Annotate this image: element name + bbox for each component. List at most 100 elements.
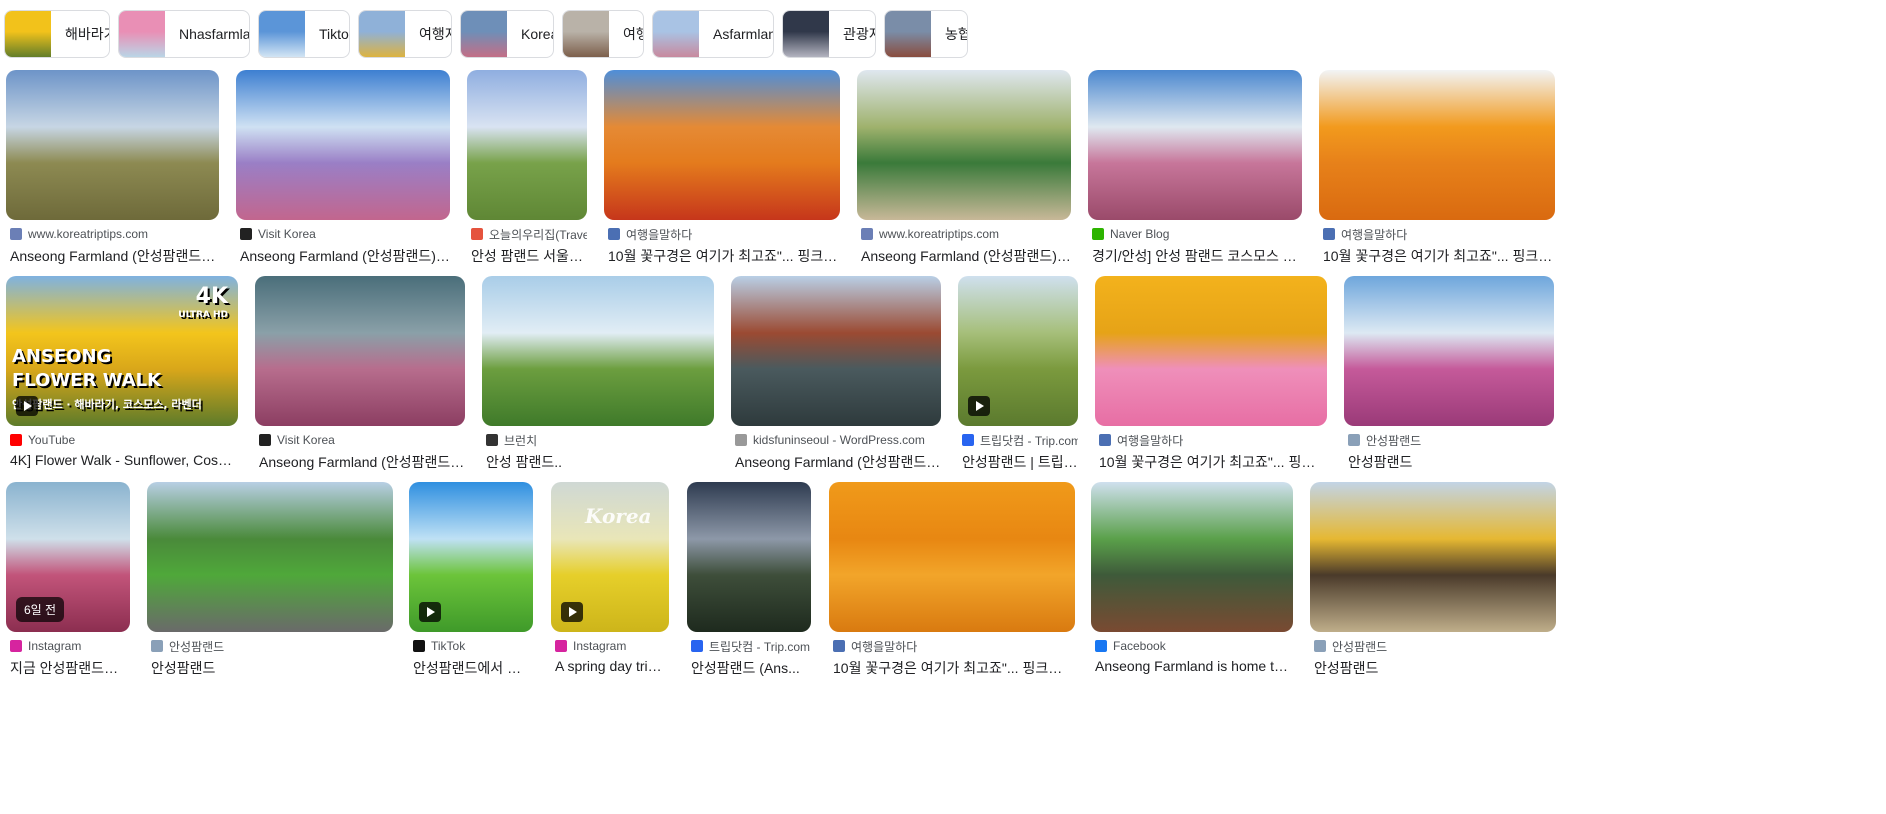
result-source[interactable]: 여행을말하다 xyxy=(608,226,840,242)
result-title[interactable]: 안성팜랜드 xyxy=(1348,452,1554,472)
image-result-card[interactable]: www.koreatriptips.com Anseong Farmland (안… xyxy=(857,70,1071,264)
chip-1[interactable]: 해바라기 xyxy=(4,10,110,58)
thumbnail-watermark: Korea xyxy=(585,504,652,528)
result-source[interactable]: Visit Korea xyxy=(240,226,450,242)
chip-9[interactable]: 농협 xyxy=(884,10,968,58)
image-result-card[interactable]: 안성팜랜드 안성팜랜드 xyxy=(1310,482,1556,676)
result-title[interactable]: 경기/안성] 안성 팜랜드 코스모스 축제 : ... xyxy=(1092,246,1302,266)
result-thumbnail[interactable] xyxy=(1344,276,1554,426)
result-title[interactable]: 지금 안성팜랜드에 핑... xyxy=(10,658,130,678)
result-thumbnail[interactable] xyxy=(6,70,219,220)
result-source[interactable]: 안성팜랜드 xyxy=(1348,432,1554,448)
image-result-card[interactable]: Naver Blog 경기/안성] 안성 팜랜드 코스모스 축제 : ... xyxy=(1088,70,1302,264)
image-result-card[interactable]: 트립닷컴 - Trip.com 안성팜랜드 (Ans... xyxy=(687,482,811,676)
result-thumbnail[interactable] xyxy=(731,276,941,426)
result-title[interactable]: A spring day trip to... xyxy=(555,658,669,674)
image-result-card[interactable]: kidsfuninseoul - WordPress.com Anseong Fa… xyxy=(731,276,941,470)
image-result-card[interactable]: 안성팜랜드 안성팜랜드 xyxy=(1344,276,1554,470)
image-result-card[interactable]: 여행을말하다 10월 꽃구경은 여기가 최고죠"... 핑크뮬리부... xyxy=(604,70,840,264)
result-source[interactable]: 여행을말하다 xyxy=(1323,226,1555,242)
result-title[interactable]: 안성 팜랜드 서울근... xyxy=(471,246,587,266)
result-title[interactable]: 10월 꽃구경은 여기가 최고죠"... 핑크뮬리... xyxy=(1099,452,1327,472)
result-title[interactable]: 10월 꽃구경은 여기가 최고죠"... 핑크뮬리부... xyxy=(833,658,1075,678)
result-title[interactable]: 안성 팜랜드.. xyxy=(486,452,714,472)
result-thumbnail[interactable] xyxy=(687,482,811,632)
result-thumbnail[interactable] xyxy=(482,276,714,426)
result-thumbnail[interactable] xyxy=(236,70,450,220)
result-source[interactable]: 여행을말하다 xyxy=(1099,432,1327,448)
image-result-card[interactable]: Visit Korea Anseong Farmland (안성팜랜드) : VI… xyxy=(236,70,450,264)
image-result-card[interactable]: 여행을말하다 10월 꽃구경은 여기가 최고죠"... 핑크뮬리부... xyxy=(829,482,1075,676)
result-thumbnail[interactable]: 6일 전 xyxy=(6,482,130,632)
image-result-card[interactable]: 여행을말하다 10월 꽃구경은 여기가 최고죠"... 핑크뮬리... xyxy=(1095,276,1327,470)
result-title[interactable]: 안성팜랜드 (Ans... xyxy=(691,658,811,678)
result-source[interactable]: 트립닷컴 - Trip.com xyxy=(962,432,1078,448)
result-source[interactable]: Facebook xyxy=(1095,638,1293,654)
image-result-card[interactable]: 여행을말하다 10월 꽃구경은 여기가 최고죠"... 핑크뮬리부... xyxy=(1319,70,1555,264)
image-result-card[interactable]: TikTok 안성팜랜드에서 즐기... xyxy=(409,482,533,676)
chip-4[interactable]: 여행지 xyxy=(358,10,452,58)
result-source[interactable]: 오늘의우리집(Travel... xyxy=(471,226,587,242)
result-source[interactable]: Instagram xyxy=(10,638,130,654)
result-source[interactable]: YouTube xyxy=(10,432,238,448)
image-result-card[interactable]: Visit Korea Anseong Farmland (안성팜랜드) : VI… xyxy=(255,276,465,470)
result-source[interactable]: 브런치 xyxy=(486,432,714,448)
image-result-card[interactable]: Facebook Anseong Farmland is home to ma..… xyxy=(1091,482,1293,674)
image-result-card[interactable]: 오늘의우리집(Travel... 안성 팜랜드 서울근... xyxy=(467,70,587,264)
result-thumbnail[interactable] xyxy=(409,482,533,632)
result-source[interactable]: 안성팜랜드 xyxy=(151,638,393,654)
result-thumbnail[interactable] xyxy=(255,276,465,426)
image-result-card[interactable]: 브런치안성 팜랜드.. xyxy=(482,276,714,470)
result-thumbnail[interactable] xyxy=(1310,482,1556,632)
result-thumbnail[interactable] xyxy=(958,276,1078,426)
result-source[interactable]: 트립닷컴 - Trip.com xyxy=(691,638,811,654)
result-source[interactable]: 안성팜랜드 xyxy=(1314,638,1556,654)
result-source[interactable]: TikTok xyxy=(413,638,533,654)
image-result-card[interactable]: 6일 전 Instagram 지금 안성팜랜드에 핑... xyxy=(6,482,130,676)
result-title[interactable]: 안성팜랜드에서 즐기... xyxy=(413,658,533,678)
result-title[interactable]: Anseong Farmland (안성팜랜드) - Sig... xyxy=(10,246,219,266)
result-source[interactable]: Visit Korea xyxy=(259,432,465,448)
result-title[interactable]: 10월 꽃구경은 여기가 최고죠"... 핑크뮬리부... xyxy=(1323,246,1555,266)
result-thumbnail[interactable] xyxy=(1095,276,1327,426)
result-thumbnail[interactable] xyxy=(147,482,393,632)
result-source[interactable]: www.koreatriptips.com xyxy=(10,226,219,242)
result-title[interactable]: 10월 꽃구경은 여기가 최고죠"... 핑크뮬리부... xyxy=(608,246,840,266)
result-title[interactable]: 안성팜랜드 xyxy=(151,658,393,678)
result-title[interactable]: Anseong Farmland is home to ma... xyxy=(1095,658,1293,674)
chip-7[interactable]: Asfarmland xyxy=(652,10,774,58)
result-source[interactable]: 여행을말하다 xyxy=(833,638,1075,654)
result-thumbnail[interactable] xyxy=(1091,482,1293,632)
result-source[interactable]: Naver Blog xyxy=(1092,226,1302,242)
result-source[interactable]: www.koreatriptips.com xyxy=(861,226,1071,242)
chip-2[interactable]: Nhasfarmland xyxy=(118,10,250,58)
result-thumbnail[interactable] xyxy=(604,70,840,220)
result-thumbnail[interactable]: Korea xyxy=(551,482,669,632)
result-thumbnail[interactable] xyxy=(829,482,1075,632)
result-title[interactable]: Anseong Farmland (안성팜랜드) - Sig... xyxy=(861,246,1071,266)
chip-5[interactable]: Korea xyxy=(460,10,554,58)
image-result-card[interactable]: Korea Instagram A spring day trip to... xyxy=(551,482,669,674)
result-source[interactable]: kidsfuninseoul - WordPress.com xyxy=(735,432,941,448)
result-thumbnail[interactable] xyxy=(857,70,1071,220)
result-thumbnail[interactable] xyxy=(467,70,587,220)
video-title-line-2: FLOWER WALK xyxy=(12,370,162,391)
chip-8[interactable]: 관광지 xyxy=(782,10,876,58)
image-result-card[interactable]: www.koreatriptips.com Anseong Farmland (안… xyxy=(6,70,219,264)
result-title[interactable]: 안성팜랜드 xyxy=(1314,658,1556,678)
chip-6[interactable]: 여행 xyxy=(562,10,644,58)
result-title[interactable]: 4K] Flower Walk - Sunflower, Cosmos, ... xyxy=(10,452,238,468)
chip-label: Korea xyxy=(521,26,553,42)
result-title[interactable]: Anseong Farmland (안성팜랜드) in s... xyxy=(735,452,941,472)
result-title[interactable]: 안성팜랜드 | 트립닷... xyxy=(962,452,1078,472)
chip-3[interactable]: Tiktok xyxy=(258,10,350,58)
result-thumbnail[interactable] xyxy=(1319,70,1555,220)
result-thumbnail[interactable] xyxy=(1088,70,1302,220)
image-result-card[interactable]: 트립닷컴 - Trip.com 안성팜랜드 | 트립닷... xyxy=(958,276,1078,470)
image-result-card[interactable]: 안성팜랜드 안성팜랜드 xyxy=(147,482,393,676)
result-title[interactable]: Anseong Farmland (안성팜랜드) : VI... xyxy=(259,452,465,472)
result-title[interactable]: Anseong Farmland (안성팜랜드) : VI... xyxy=(240,246,450,266)
image-result-card[interactable]: 4K ULTRA HD ANSEONG FLOWER WALK 안성팜랜드 · 해바라기… xyxy=(6,276,238,468)
result-thumbnail[interactable]: 4K ULTRA HD ANSEONG FLOWER WALK 안성팜랜드 · 해바라기… xyxy=(6,276,238,426)
result-source[interactable]: Instagram xyxy=(555,638,669,654)
